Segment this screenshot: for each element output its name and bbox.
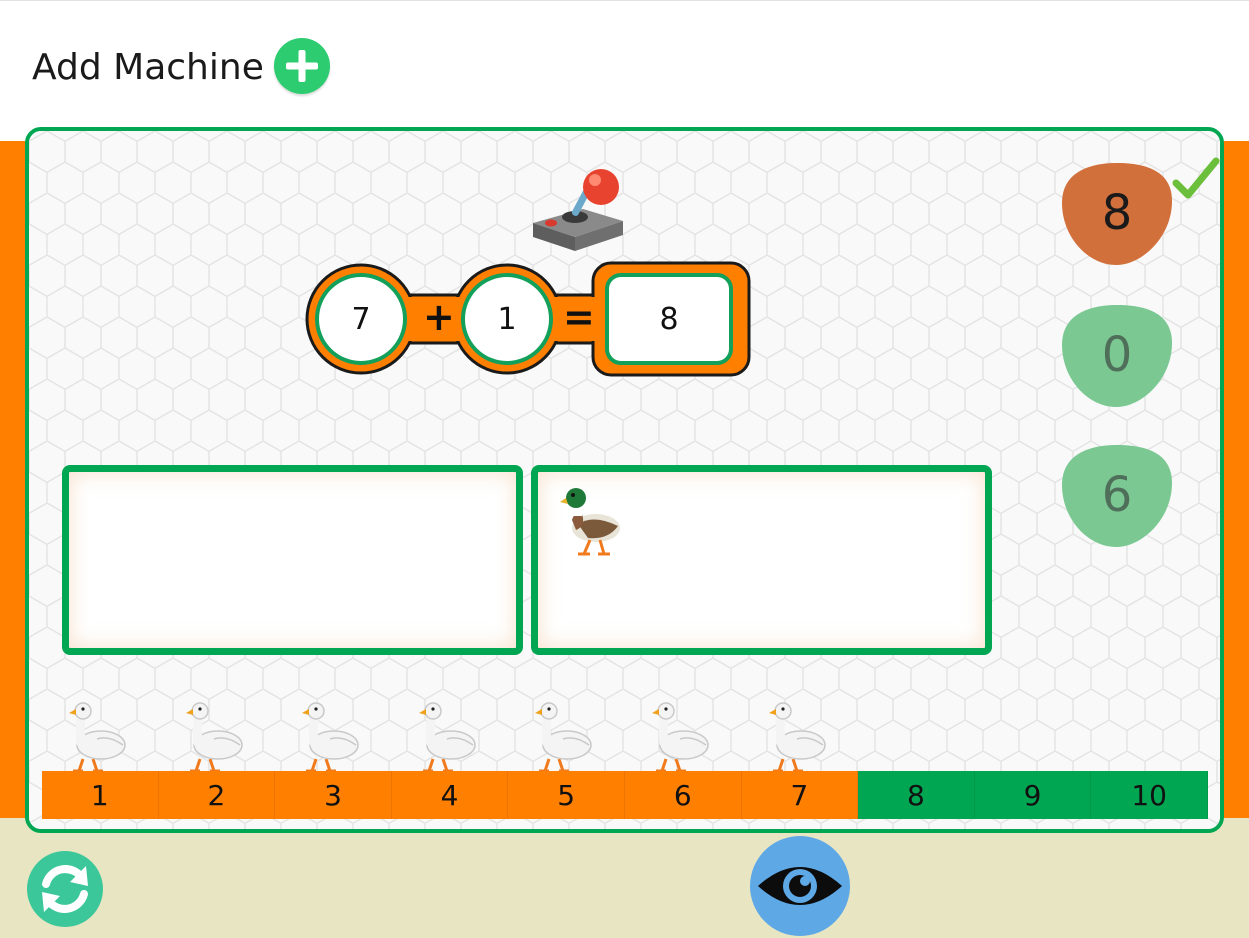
equals-operator: = bbox=[563, 295, 595, 339]
answer-choice-label: 8 bbox=[1101, 185, 1133, 241]
footer-band bbox=[0, 818, 1249, 938]
number-line-cell[interactable]: 5 bbox=[508, 771, 625, 819]
goose-icon[interactable] bbox=[652, 699, 714, 775]
goose-icon[interactable] bbox=[535, 699, 597, 775]
answer-choice-6[interactable]: 6 bbox=[1060, 441, 1174, 549]
number-line-cell[interactable]: 6 bbox=[624, 771, 742, 819]
show-answer-button[interactable] bbox=[750, 836, 850, 936]
page-title: Add Machine bbox=[32, 47, 264, 88]
operand-1-field[interactable]: 7 bbox=[315, 273, 407, 365]
goose-icon[interactable] bbox=[418, 699, 481, 775]
number-line-cell[interactable]: 4 bbox=[391, 771, 509, 819]
number-line-cell[interactable]: 10 bbox=[1091, 771, 1208, 819]
number-line-cell[interactable]: 9 bbox=[974, 771, 1092, 819]
goose-icon[interactable] bbox=[768, 699, 831, 775]
duck-icon[interactable] bbox=[560, 482, 626, 558]
result-field[interactable]: 8 bbox=[605, 273, 733, 365]
check-icon bbox=[1172, 157, 1220, 199]
number-line-cell[interactable]: 8 bbox=[858, 771, 975, 819]
top-divider bbox=[0, 0, 1249, 4]
add-machine-button[interactable] bbox=[274, 38, 330, 94]
machine-panel: 7 + 1 = 8 8 0 6 1 2 3 4 5 6 7 8 9 10 bbox=[25, 127, 1224, 833]
number-line-cell[interactable]: 1 bbox=[42, 771, 159, 819]
plus-operator: + bbox=[423, 295, 455, 339]
number-line-cell[interactable]: 7 bbox=[741, 771, 859, 819]
goose-icon[interactable] bbox=[69, 699, 131, 775]
goose-icon[interactable] bbox=[302, 699, 364, 775]
eye-icon bbox=[758, 867, 842, 905]
refresh-icon[interactable] bbox=[26, 850, 104, 928]
joystick-icon bbox=[533, 169, 623, 251]
right-drop-zone[interactable] bbox=[531, 465, 992, 655]
goose-icon[interactable] bbox=[185, 699, 248, 775]
left-drop-zone[interactable] bbox=[62, 465, 523, 655]
answer-choice-0[interactable]: 0 bbox=[1060, 301, 1174, 409]
answer-choice-label: 6 bbox=[1101, 467, 1133, 523]
answer-choice-label: 0 bbox=[1101, 327, 1133, 383]
operand-2-field[interactable]: 1 bbox=[461, 273, 553, 365]
number-line: 1 2 3 4 5 6 7 8 9 10 bbox=[42, 771, 1208, 819]
number-line-cell[interactable]: 2 bbox=[158, 771, 276, 819]
number-line-cell[interactable]: 3 bbox=[275, 771, 392, 819]
answer-choice-8[interactable]: 8 bbox=[1060, 159, 1174, 267]
plus-circle-icon bbox=[286, 50, 318, 82]
